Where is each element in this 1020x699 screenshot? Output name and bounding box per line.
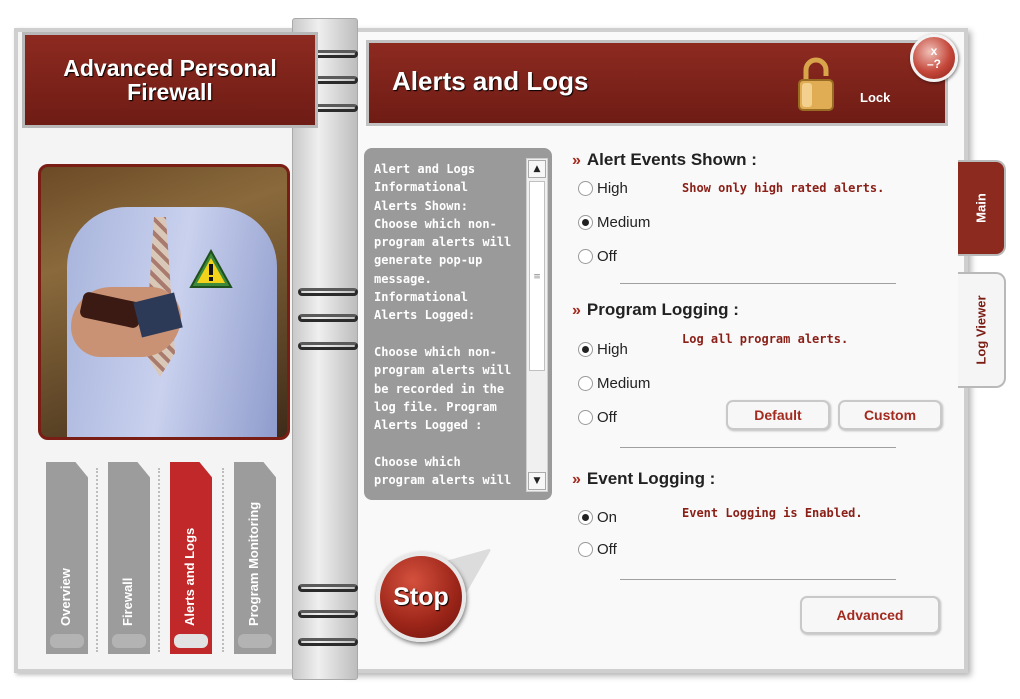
event-logging-off[interactable]: Off [578,541,617,558]
binder-ring [298,610,358,618]
program-logging-heading: » Program Logging : [572,300,739,319]
radio-button[interactable] [578,510,593,525]
radio-button[interactable] [578,215,593,230]
scroll-thumb[interactable]: ≡ [529,181,545,371]
section-divider [620,579,896,580]
tab-log-viewer[interactable]: Log Viewer [958,272,1006,388]
tab-foot [50,634,84,648]
tab-separator [222,468,224,652]
radio-label: Off [597,248,617,265]
hero-photo [38,164,290,440]
alert-events-medium[interactable]: Medium [578,214,650,231]
stop-label: Stop [393,582,449,611]
radio-button[interactable] [578,342,593,357]
alert-events-heading: » Alert Events Shown : [572,150,757,169]
default-button[interactable]: Default [726,400,830,430]
help-scrollbar[interactable]: ▲ ≡ ▼ [526,158,548,492]
alert-events-high[interactable]: High [578,180,628,197]
event-logging-heading: » Event Logging : [572,469,716,488]
stop-button-wrap: Stop [372,548,492,648]
custom-label: Custom [863,407,917,423]
help-text-panel: Alert and Logs Informational Alerts Show… [364,148,552,500]
binder-ring [298,584,358,592]
nav-tab-label: Overview [58,568,73,626]
scroll-down-icon[interactable]: ▼ [528,472,546,490]
chevron-icon: » [572,152,581,169]
radio-button[interactable] [578,376,593,391]
tab-foot [238,634,272,648]
help-text: Alert and Logs Informational Alerts Show… [374,162,512,488]
alert-events-note: Show only high rated alerts. [682,181,885,195]
nav-tab-firewall[interactable]: Firewall [108,462,150,654]
binder-ring [298,342,358,350]
page-title: Alerts and Logs [392,66,589,96]
radio-label: High [597,341,628,358]
tab-main-label: Main [973,193,989,223]
program-logging-note: Log all program alerts. [682,332,849,346]
nav-tab-overview[interactable]: Overview [46,462,88,654]
radio-button[interactable] [578,542,593,557]
program-logging-off[interactable]: Off [578,409,617,426]
tab-separator [158,468,160,652]
event-logging-note: Event Logging is Enabled. [682,506,863,520]
binder-ring [298,288,358,296]
app-title: Advanced Personal Firewall [63,55,277,105]
nav-tab-label: Firewall [120,577,135,626]
tab-main[interactable]: Main [958,160,1006,256]
lock-label[interactable]: Lock [860,90,890,105]
tab-separator [96,468,98,652]
close-help-button[interactable]: x –? [910,34,958,82]
radio-button[interactable] [578,181,593,196]
radio-label: Off [597,409,617,426]
help-icon[interactable]: –? [927,57,941,71]
radio-label: Off [597,541,617,558]
nav-tab-label: Alerts and Logs [182,527,197,626]
alert-events-off[interactable]: Off [578,248,617,265]
close-icon[interactable]: x [931,44,938,58]
program-logging-high[interactable]: High [578,341,628,358]
tab-foot [174,634,208,648]
app-title-banner: Advanced Personal Firewall [22,32,318,128]
chevron-icon: » [572,302,581,319]
custom-button[interactable]: Custom [838,400,942,430]
advanced-button[interactable]: Advanced [800,596,940,634]
binder-ring [298,314,358,322]
lock-icon[interactable] [796,56,836,112]
chevron-icon: » [572,471,581,488]
advanced-label: Advanced [836,607,904,623]
default-label: Default [754,407,802,423]
stop-button[interactable]: Stop [376,552,466,642]
event-logging-on[interactable]: On [578,509,617,526]
tab-foot [112,634,146,648]
nav-tab-program-monitoring[interactable]: Program Monitoring [234,462,276,654]
binder-ring [298,638,358,646]
section-divider [620,283,896,284]
radio-button[interactable] [578,249,593,264]
radio-button[interactable] [578,410,593,425]
scroll-up-icon[interactable]: ▲ [528,160,546,178]
program-logging-medium[interactable]: Medium [578,375,650,392]
radio-label: High [597,180,628,197]
nav-tab-alerts-and-logs[interactable]: Alerts and Logs [170,462,212,654]
section-divider [620,447,896,448]
warning-icon [189,249,233,288]
radio-label: Medium [597,214,651,231]
radio-label: Medium [597,375,651,392]
nav-tab-label: Program Monitoring [246,501,261,626]
tab-log-viewer-label: Log Viewer [973,295,989,365]
radio-label: On [597,509,618,526]
